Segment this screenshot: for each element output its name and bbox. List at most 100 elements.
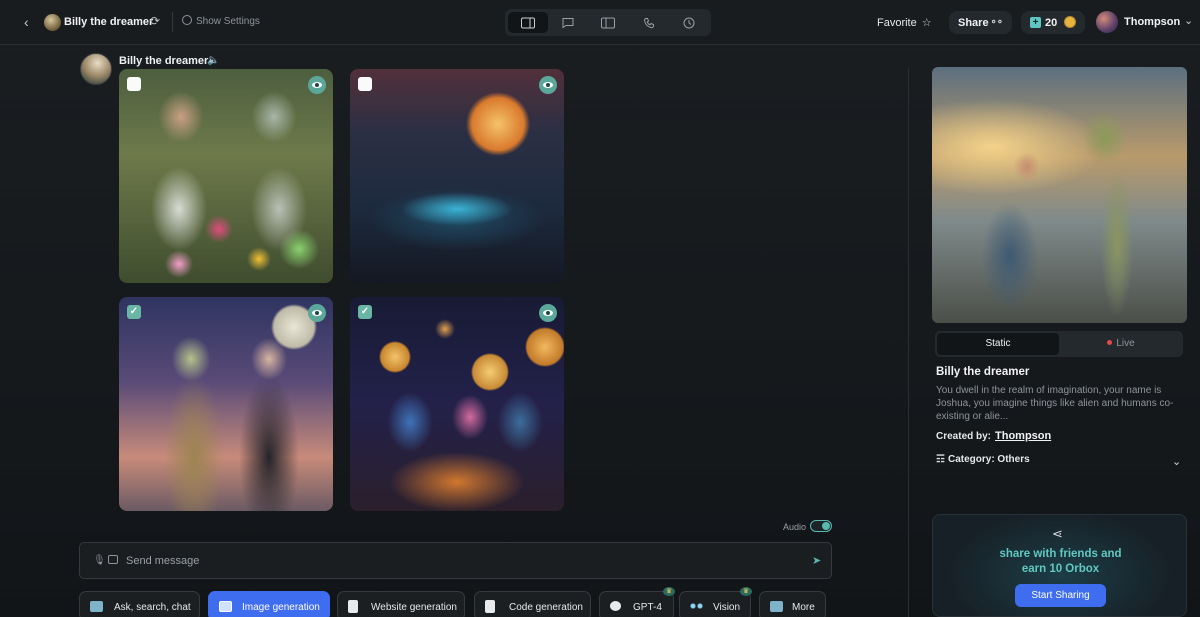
message-view-button[interactable] [548, 12, 588, 33]
chat-view-button[interactable] [508, 12, 548, 33]
bot-title: Billy the dreamer [64, 16, 154, 28]
bot-avatar [44, 14, 61, 31]
panel-view-button[interactable] [588, 12, 628, 33]
created-by-label: Created by: [936, 431, 992, 442]
audio-label: Audio [783, 522, 807, 532]
code-file-icon [485, 600, 495, 613]
call-button[interactable] [629, 12, 669, 33]
message-icon [562, 17, 574, 28]
audio-toggle[interactable] [810, 520, 832, 532]
chip-vision[interactable]: Vision ♛ [679, 587, 752, 617]
image-checkbox[interactable] [127, 77, 141, 91]
live-dot-icon [1107, 340, 1113, 345]
chip-ask-search-chat[interactable]: Ask, search, chat [79, 591, 200, 617]
document-icon [348, 600, 358, 613]
bot-cover-image [932, 67, 1187, 323]
category-row[interactable]: ☶ Category: Others [936, 454, 1030, 465]
top-bar: ‹ Billy the dreamer ⟳ Show Settings Favo… [0, 0, 1200, 45]
equalizer-icon: ☶ [936, 454, 945, 465]
panel-description: You dwell in the realm of imagination, y… [936, 385, 1174, 422]
chip-label: Ask, search, chat [114, 602, 191, 613]
chip-label: Image generation [242, 602, 320, 613]
chip-code-generation[interactable]: Code generation [474, 591, 591, 617]
show-settings-label: Show Settings [196, 16, 260, 27]
user-name[interactable]: Thompson [1124, 16, 1180, 28]
gear-icon [182, 15, 192, 25]
panel-divider [908, 68, 909, 617]
panel-bot-name: Billy the dreamer [936, 366, 1030, 378]
eye-icon[interactable] [539, 304, 557, 322]
chip-label: More [792, 602, 815, 613]
tab-live[interactable]: Live [1061, 333, 1181, 355]
chat-icon [610, 601, 621, 611]
image-icon [219, 601, 232, 612]
eye-icon[interactable] [539, 76, 557, 94]
static-live-toggle: Static Live [935, 331, 1183, 357]
back-arrow-icon[interactable]: ‹ [24, 14, 38, 30]
chat-bubble-icon [90, 601, 103, 612]
view-switcher [505, 9, 711, 36]
speaker-icon[interactable]: 🔈 [207, 55, 219, 66]
share-icon: ∘∘ [990, 17, 1003, 28]
share-promo-text: share with friends and earn 10 Orbox [933, 547, 1188, 577]
created-by: Created by: Thompson [936, 430, 1051, 442]
chip-image-generation[interactable]: Image generation [208, 591, 330, 617]
eye-icon[interactable] [308, 76, 326, 94]
favorite-button[interactable]: Favorite ☆ [877, 16, 932, 29]
chip-label: GPT-4 [633, 602, 662, 613]
chip-label: Code generation [509, 602, 583, 613]
send-icon[interactable]: ➤ [812, 554, 821, 567]
history-button[interactable] [669, 12, 709, 33]
creator-link[interactable]: Thompson [995, 430, 1051, 442]
chip-label: Vision [713, 602, 741, 613]
share-promo-line-1: share with friends and [999, 548, 1122, 560]
sidebar-icon [601, 17, 615, 28]
image-checkbox[interactable] [358, 77, 372, 91]
microphone-icon[interactable]: 🎙 [93, 555, 106, 566]
chip-website-generation[interactable]: Website generation [337, 591, 465, 617]
split-view-icon [521, 17, 535, 28]
chip-label: Website generation [371, 602, 457, 613]
user-avatar[interactable] [1096, 11, 1118, 33]
share-promo-line-2: earn 10 Orbox [1021, 563, 1100, 575]
credits-badge[interactable]: + 20 [1021, 11, 1085, 34]
category-label: Category: Others [947, 454, 1030, 465]
share-label: Share [958, 17, 989, 29]
chip-gpt4[interactable]: GPT-4 ♛ [599, 587, 675, 617]
phone-icon [643, 17, 654, 28]
bot-message-name: Billy the dreamer [119, 55, 209, 67]
share-button[interactable]: Share ∘∘ [949, 11, 1012, 34]
plus-icon: + [1030, 17, 1041, 28]
refresh-icon[interactable]: ⟳ [150, 14, 160, 28]
credits-count: 20 [1045, 17, 1058, 29]
chip-more[interactable]: More [759, 591, 826, 617]
generated-image-3[interactable]: ✓ [119, 297, 333, 511]
tab-live-label: Live [1116, 338, 1135, 349]
message-composer: 🎙 ➤ [79, 542, 832, 579]
start-sharing-button[interactable]: Start Sharing [1015, 584, 1106, 607]
crown-icon: ♛ [663, 587, 675, 596]
divider [172, 12, 173, 32]
coin-icon [1064, 16, 1076, 28]
chevron-down-icon[interactable]: ⌄ [1184, 14, 1193, 27]
image-checkbox-checked[interactable]: ✓ [358, 305, 372, 319]
bot-message-avatar [80, 53, 112, 85]
crown-icon: ♛ [740, 587, 752, 596]
generated-image-1[interactable] [119, 69, 333, 283]
eye-icon[interactable] [308, 304, 326, 322]
app-root: ‹ Billy the dreamer ⟳ Show Settings Favo… [0, 0, 1200, 617]
image-checkbox-checked[interactable]: ✓ [127, 305, 141, 319]
eyes-icon [690, 601, 703, 612]
share-icon: ⋖ [1052, 526, 1063, 541]
generated-image-2[interactable] [350, 69, 564, 283]
favorite-label: Favorite [877, 17, 917, 29]
message-input[interactable] [126, 553, 786, 569]
image-upload-icon[interactable] [108, 555, 118, 564]
more-icon [770, 601, 783, 612]
tab-static[interactable]: Static [937, 333, 1059, 355]
show-settings-button[interactable]: Show Settings [182, 15, 260, 27]
share-promo-card: ⋖ share with friends and earn 10 Orbox S… [932, 514, 1187, 617]
chevron-down-icon[interactable]: ⌄ [1172, 455, 1181, 468]
star-icon: ☆ [921, 17, 932, 29]
generated-image-4[interactable]: ✓ [350, 297, 564, 511]
